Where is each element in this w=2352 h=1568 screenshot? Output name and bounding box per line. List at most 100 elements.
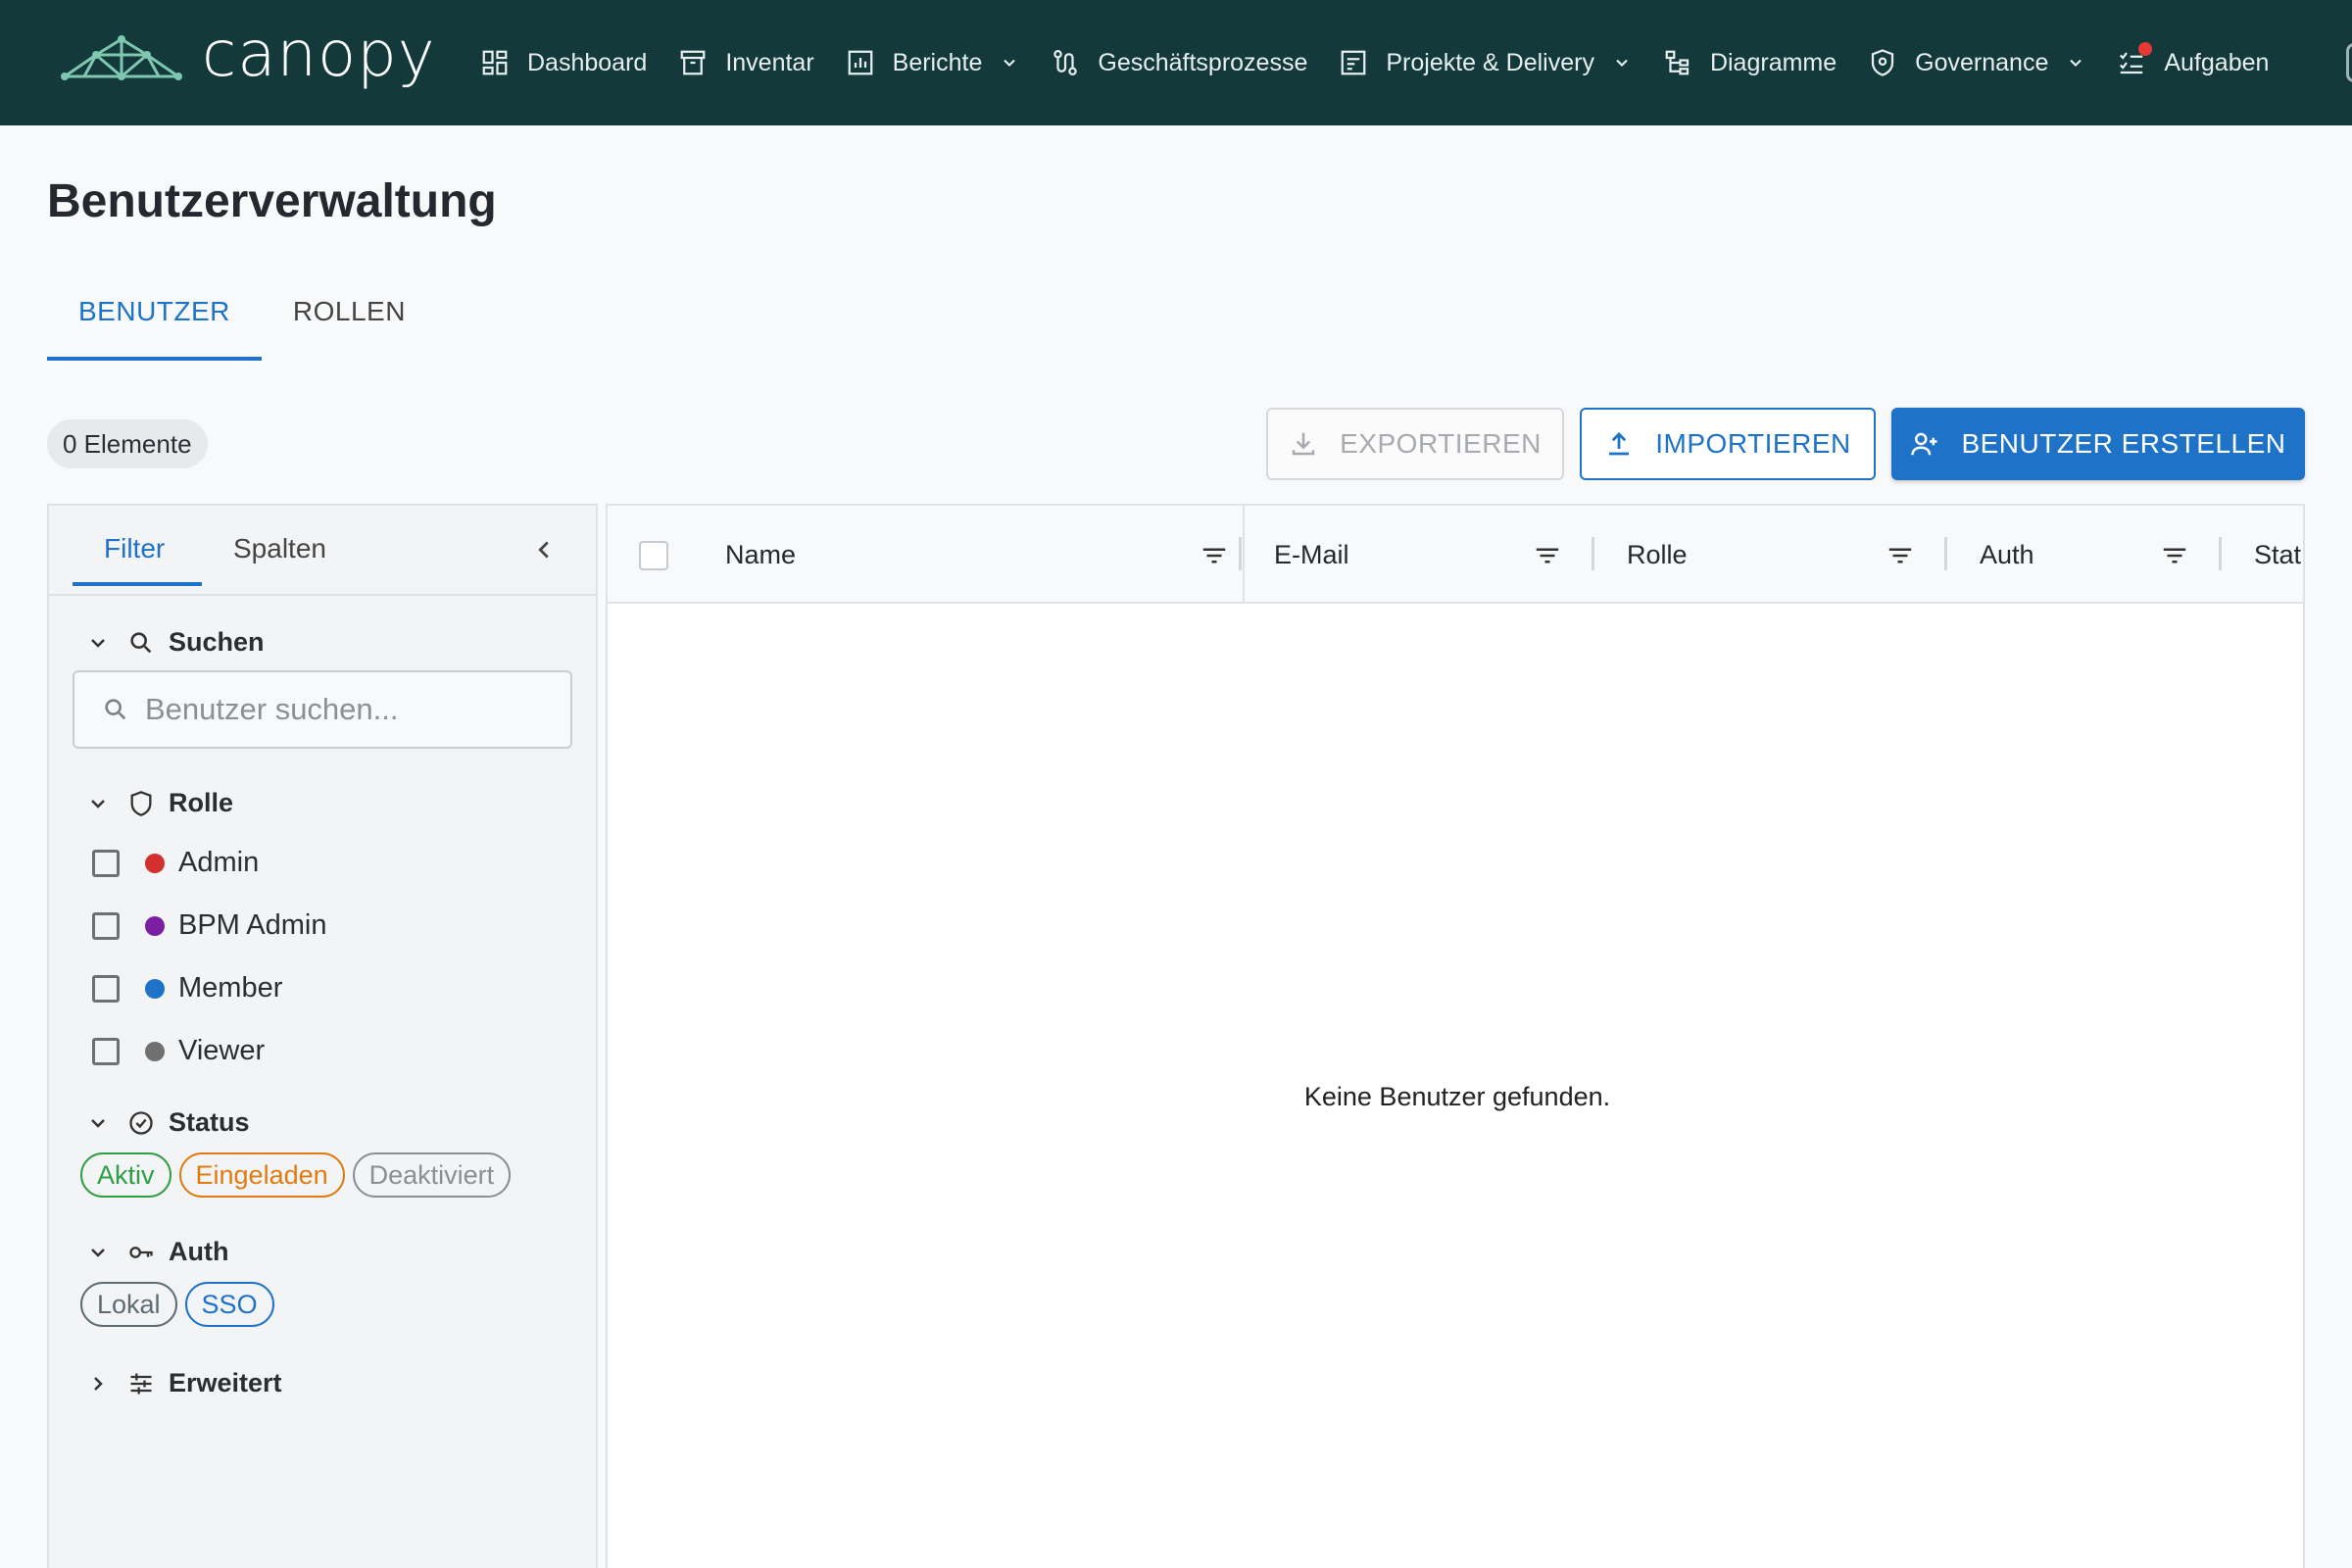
column-separator[interactable] [1592,537,1594,570]
role-label: Member [178,972,283,1004]
nav-label: Geschäftsprozesse [1098,48,1308,76]
column-separator[interactable] [1239,537,1242,570]
chevron-down-icon [1004,59,1016,67]
search-icon [105,699,126,720]
section-title: Suchen [169,627,265,657]
column-separator[interactable] [1944,537,1947,570]
chevron-down-icon [91,1118,105,1128]
column-label: Name [725,539,797,569]
check-circle-icon [129,1110,153,1135]
page-title: Benutzerverwaltung [47,175,497,227]
tab-spalten[interactable]: Spalten [233,533,326,564]
key-icon [129,1246,153,1258]
canopy-logo-icon [61,35,182,80]
create-user-label: BENUTZER ERSTELLEN [1961,428,2286,459]
logo-text: canopy [202,19,436,91]
section-title: Rolle [169,788,234,817]
column-header-rolle[interactable]: Rolle [1627,506,1960,604]
role-color-dot [145,853,165,873]
nav-geschaeftsprozesse[interactable]: Geschäftsprozesse [1051,48,1307,77]
nav-aufgaben[interactable]: Aufgaben [2117,42,2269,77]
chevron-down-icon [91,799,105,808]
notification-dot [2138,42,2153,56]
filter-icon[interactable] [1533,541,1562,570]
chevron-right-icon [94,1376,103,1391]
empty-state-message: Keine Benutzer gefunden. [1303,1082,1611,1111]
add-user-icon [1911,432,1937,456]
user-search-field[interactable] [73,670,572,749]
nav-label: Diagramme [1709,48,1838,76]
chevron-down-icon [1616,59,1628,67]
column-divider [1243,506,1245,604]
tune-icon [130,1373,152,1394]
export-button[interactable]: EXPORTIEREN [1266,408,1564,480]
column-header-status[interactable]: Stat [2254,506,2303,604]
filter-icon[interactable] [1200,541,1229,570]
select-all-checkbox[interactable] [639,541,668,570]
nav-governance[interactable]: Governance [1868,48,2085,77]
tab-rollen[interactable]: ROLLEN [262,286,437,361]
column-header-email[interactable]: E-Mail [1274,506,1607,604]
role-option-bpm-admin[interactable]: BPM Admin [92,909,327,942]
section-auth-header[interactable]: Auth [86,1237,228,1267]
download-icon [1292,432,1315,456]
checkbox[interactable] [92,849,120,877]
tab-filter[interactable]: Filter [104,533,165,564]
column-label: Auth [1980,539,2034,569]
chevron-down-icon [91,638,105,648]
status-chip-eingeladen[interactable]: Eingeladen [178,1152,345,1198]
status-chips: Aktiv Eingeladen Deaktiviert [80,1152,518,1198]
filter-side-panel: Filter Spalten Suchen Rolle Admin BPM Ad… [47,504,598,1568]
export-label: EXPORTIEREN [1340,428,1542,459]
dashboard-icon [482,50,508,75]
column-label: E-Mail [1274,539,1349,569]
column-header-auth[interactable]: Auth [1980,506,2234,604]
filter-icon[interactable] [2160,541,2189,570]
column-separator[interactable] [2219,537,2222,570]
auth-chip-lokal[interactable]: Lokal [80,1282,177,1327]
auth-chips: Lokal SSO [80,1282,282,1327]
checkbox[interactable] [92,911,120,940]
bar-chart-icon [848,50,873,75]
section-title: Erweitert [169,1368,282,1397]
active-tab-indicator [73,582,202,586]
nav-diagramme[interactable]: Diagramme [1663,48,1837,77]
role-option-admin[interactable]: Admin [92,847,259,879]
nav-overflow-edge[interactable] [2346,43,2352,82]
side-panel-tabs: Filter Spalten [49,506,596,596]
checkbox[interactable] [92,974,120,1003]
canopy-logo[interactable]: canopy [57,24,436,92]
nav-berichte[interactable]: Berichte [846,48,1020,77]
item-count-badge: 0 Elemente [47,419,208,468]
nav-inventar[interactable]: Inventar [678,48,814,77]
column-header-name[interactable]: Name [725,506,1235,604]
tab-benutzer[interactable]: BENUTZER [47,286,262,361]
section-search-header[interactable]: Suchen [86,627,265,658]
create-user-button[interactable]: BENUTZER ERSTELLEN [1891,408,2305,480]
role-label: Viewer [178,1035,266,1066]
chevron-down-icon [91,1248,105,1257]
role-option-viewer[interactable]: Viewer [92,1035,265,1067]
status-chip-aktiv[interactable]: Aktiv [80,1152,172,1198]
nav-label: Governance [1915,48,2049,76]
section-status-header[interactable]: Status [86,1107,250,1138]
status-chip-deaktiviert[interactable]: Deaktiviert [352,1152,512,1198]
user-search-input[interactable] [145,692,557,727]
checkbox[interactable] [92,1037,120,1065]
filter-icon[interactable] [1886,541,1915,570]
column-label: Stat [2254,539,2302,569]
top-navigation-bar: canopy Dashboard Inventar Berichte Gesch… [0,0,2352,125]
chevron-down-icon [2070,59,2082,67]
nav-label: Berichte [892,48,983,76]
nav-dashboard[interactable]: Dashboard [480,48,647,77]
import-button[interactable]: IMPORTIEREN [1580,408,1876,480]
role-option-member[interactable]: Member [92,972,282,1004]
nav-projekte-delivery[interactable]: Projekte & Delivery [1339,48,1632,77]
section-role-header[interactable]: Rolle [86,788,233,818]
collapse-panel-icon[interactable] [529,535,559,564]
route-icon [1054,50,1078,75]
search-icon [130,631,152,653]
auth-chip-sso[interactable]: SSO [184,1282,274,1327]
section-advanced-header[interactable]: Erweitert [86,1368,282,1398]
role-label: BPM Admin [178,909,327,941]
